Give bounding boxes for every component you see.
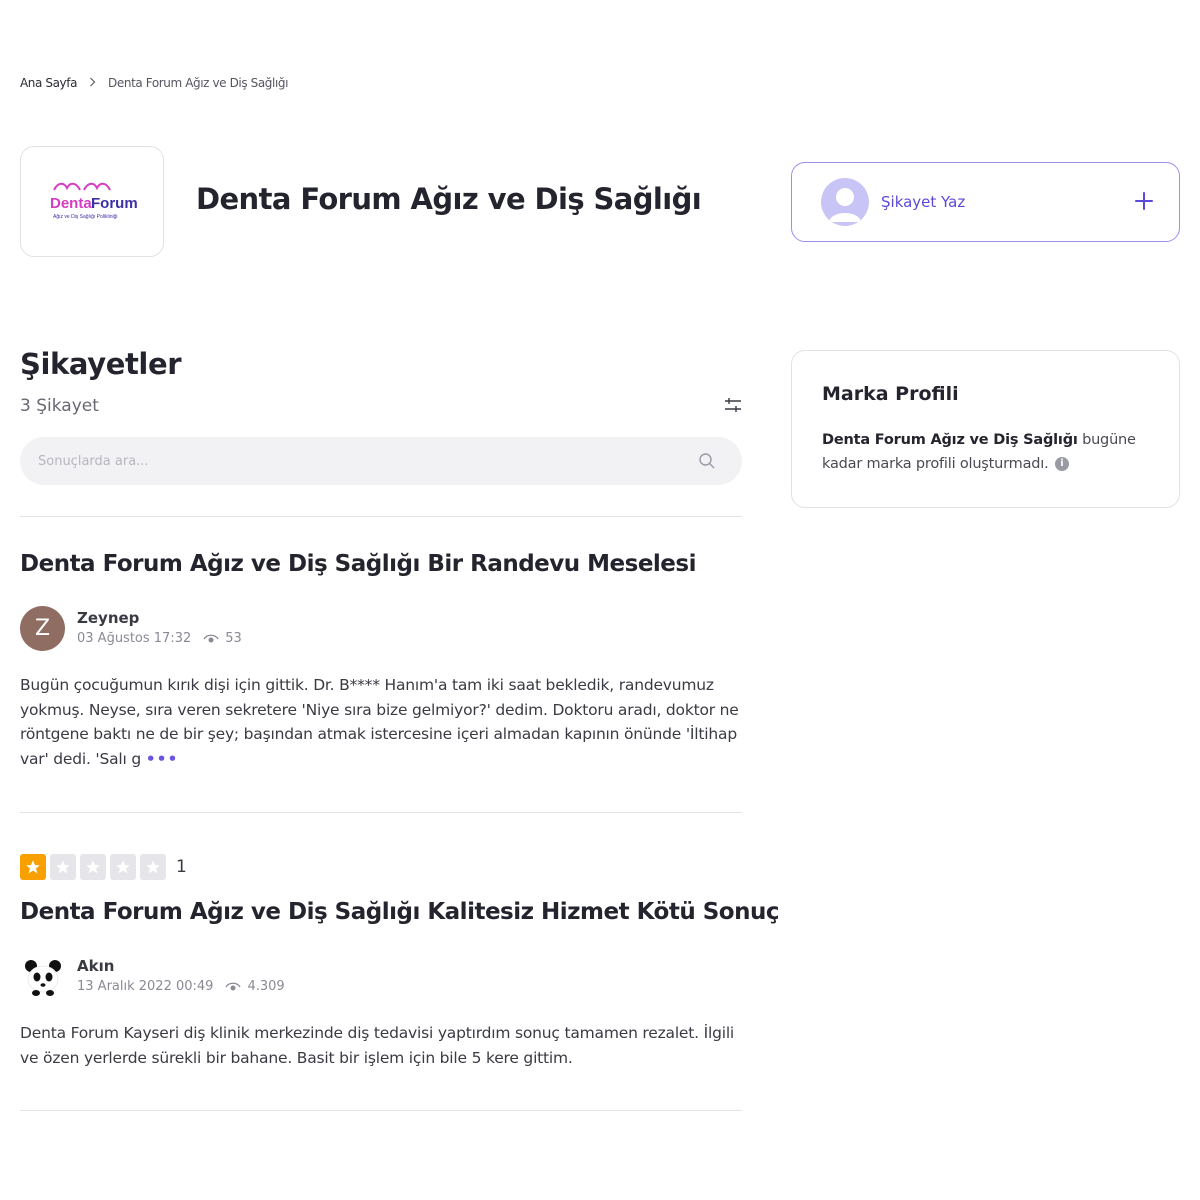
write-complaint-button[interactable]: Şikayet Yaz xyxy=(791,162,1180,242)
complaint-title[interactable]: Denta Forum Ağız ve Diş Sağlığı Kalitesi… xyxy=(20,899,779,925)
eye-icon xyxy=(225,981,242,993)
panda-avatar-icon xyxy=(20,954,65,999)
search-input[interactable] xyxy=(36,452,698,470)
eye-icon xyxy=(203,633,219,645)
search-bar xyxy=(20,437,742,485)
complaint-text: Bugün çocuğumun kırık dişi için gittik. … xyxy=(20,676,739,768)
plus-icon[interactable] xyxy=(1135,189,1153,215)
divider xyxy=(20,812,742,813)
breadcrumb-home-link[interactable]: Ana Sayfa xyxy=(20,76,77,90)
filter-sliders-icon[interactable] xyxy=(724,396,742,414)
star-icon-filled xyxy=(20,854,46,880)
brand-profile-brand-name[interactable]: Denta Forum Ağız ve Diş Sağlığı xyxy=(822,432,1078,448)
complaint-title[interactable]: Denta Forum Ağız ve Diş Sağlığı Bir Rand… xyxy=(20,551,696,577)
complaint-body: Bugün çocuğumun kırık dişi için gittik. … xyxy=(20,673,742,771)
view-count: 4.309 xyxy=(247,979,285,994)
page-title: Denta Forum Ağız ve Diş Sağlığı xyxy=(196,182,702,216)
complaints-section-title: Şikayetler xyxy=(20,347,182,381)
logo-text-denta: Denta xyxy=(50,195,92,212)
rating-value: 1 xyxy=(176,857,187,877)
complaint-meta: 03 Ağustos 17:32 53 xyxy=(77,631,242,646)
star-icon-empty xyxy=(50,854,76,880)
brand-logo: Denta Forum Ağız ve Diş Sağlığı Poliklin… xyxy=(20,146,164,257)
logo-text-forum: Forum xyxy=(91,195,138,212)
denta-forum-logo-icon: Denta Forum Ağız ve Diş Sağlığı Poliklin… xyxy=(50,182,138,220)
write-complaint-label: Şikayet Yaz xyxy=(881,193,966,211)
star-rating: 1 xyxy=(20,854,187,880)
logo-subtext: Ağız ve Diş Sağlığı Polikliniği xyxy=(53,214,117,220)
user-name[interactable]: Akın xyxy=(77,957,114,975)
user-name[interactable]: Zeynep xyxy=(77,609,139,627)
complaint-meta: 13 Aralık 2022 00:49 4.309 xyxy=(77,979,285,994)
brand-profile-text: Denta Forum Ağız ve Diş Sağlığı bugüne k… xyxy=(822,428,1152,476)
user-placeholder-avatar-icon xyxy=(821,178,869,226)
info-icon[interactable]: i xyxy=(1054,457,1069,471)
divider xyxy=(20,1110,742,1111)
chevron-right-icon xyxy=(89,76,96,90)
search-icon[interactable] xyxy=(698,452,716,470)
breadcrumb-current: Denta Forum Ağız ve Diş Sağlığı xyxy=(108,76,289,90)
breadcrumb: Ana Sayfa Denta Forum Ağız ve Diş Sağlığ… xyxy=(20,76,288,90)
avatar: Z xyxy=(20,606,65,651)
complaint-date: 03 Ağustos 17:32 xyxy=(77,631,192,646)
read-more-dots[interactable]: ••• xyxy=(146,750,179,768)
complaints-count: 3 Şikayet xyxy=(20,396,99,416)
star-icon-empty xyxy=(140,854,166,880)
divider xyxy=(20,516,742,517)
complaint-body: Denta Forum Kayseri diş klinik merkezind… xyxy=(20,1024,735,1067)
complaint-date: 13 Aralık 2022 00:49 xyxy=(77,979,214,994)
star-icon-empty xyxy=(110,854,136,880)
view-count: 53 xyxy=(225,631,242,646)
star-icon-empty xyxy=(80,854,106,880)
brand-profile-title: Marka Profili xyxy=(822,383,959,405)
